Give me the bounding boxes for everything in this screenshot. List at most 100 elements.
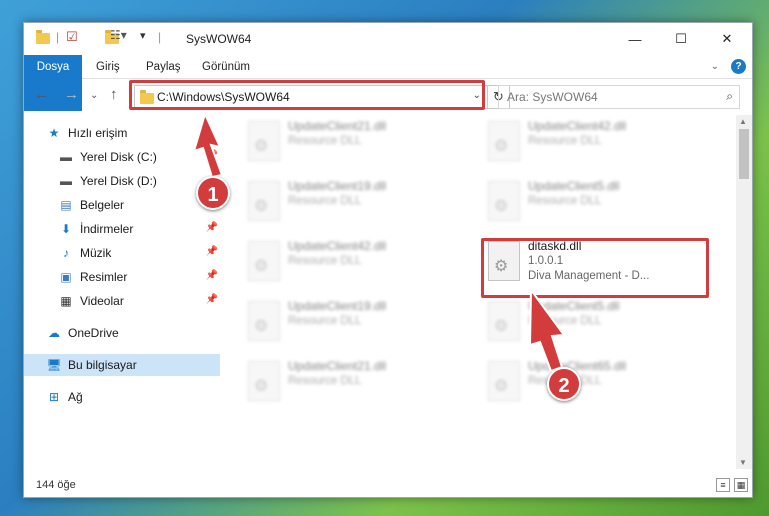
pin-icon: 📌 <box>205 294 218 305</box>
file-item[interactable]: UpdateClient42.dll Resource DLL <box>480 115 710 171</box>
tab-home[interactable]: Giriş <box>86 55 130 79</box>
sidebar-item-this-pc[interactable]: 🖥 Bu bilgisayar <box>24 354 220 376</box>
tiles-view-icon[interactable]: ▦ <box>734 478 748 492</box>
sidebar-item-pictures[interactable]: ▣ Resimler 📌 <box>24 266 220 288</box>
sidebar-item-documents[interactable]: ▤ Belgeler 📌 <box>24 194 220 216</box>
ribbon: Dosya Giriş Paylaş Görünüm ⌄ ? <box>24 55 752 111</box>
sidebar-item-local-disk-d[interactable]: ▬ Yerel Disk (D:) 📌 <box>24 170 220 192</box>
file-item[interactable]: UpdateClient65.dll Resource DLL <box>480 355 710 411</box>
file-description: Resource DLL <box>528 315 602 327</box>
computer-icon: 🖥 <box>46 358 62 372</box>
pictures-icon: ▣ <box>60 270 72 284</box>
view-options-icon[interactable]: ☷▾ <box>110 28 127 44</box>
sidebar-item-network[interactable]: ⊞ Ağ <box>24 386 220 408</box>
window-title: SysWOW64 <box>186 32 252 46</box>
pin-icon: 📌 <box>205 150 218 161</box>
folder-icon <box>36 30 50 44</box>
separator: | <box>56 30 60 44</box>
tab-share[interactable]: Paylaş <box>136 55 191 79</box>
network-icon: ⊞ <box>48 390 60 404</box>
vertical-scrollbar[interactable]: ▲ ▼ <box>736 115 752 469</box>
search-icon: ⌕ <box>726 89 733 103</box>
properties-icon[interactable]: ☑ <box>66 29 78 45</box>
sidebar-item-onedrive[interactable]: ☁ OneDrive <box>24 322 220 344</box>
sidebar-item-quick-access[interactable]: ★ Hızlı erişim <box>24 122 220 144</box>
download-icon: ⬇ <box>60 222 72 236</box>
sidebar-item-label: Videolar <box>80 294 124 308</box>
help-icon[interactable]: ? <box>731 59 746 74</box>
sidebar-item-label: Yerel Disk (D:) <box>80 174 157 188</box>
details-view-icon[interactable]: ≡ <box>716 478 730 492</box>
file-description: Resource DLL <box>288 315 362 327</box>
sidebar-item-downloads[interactable]: ⬇ İndirmeler 📌 <box>24 218 220 240</box>
file-name: UpdateClient65.dll <box>528 359 627 373</box>
scroll-thumb[interactable] <box>739 129 749 179</box>
dll-file-icon <box>248 301 280 341</box>
status-bar: 144 öğe ≡ ▦ <box>24 475 752 497</box>
file-item[interactable]: UpdateClient5.dll Resource DLL <box>480 175 710 231</box>
file-description: Resource DLL <box>288 135 362 147</box>
file-name: UpdateClient42.dll <box>288 239 387 253</box>
pin-icon: 📌 <box>205 222 218 233</box>
dll-file-icon <box>248 121 280 161</box>
search-placeholder: Ara: SysWOW64 <box>507 90 598 104</box>
maximize-button[interactable]: ☐ <box>658 23 704 55</box>
sidebar-item-label: Hızlı erişim <box>68 126 128 140</box>
callout-1: 1 <box>196 176 230 210</box>
sidebar-item-label: İndirmeler <box>80 222 134 236</box>
sidebar-item-label: Belgeler <box>80 198 125 212</box>
file-name: UpdateClient21.dll <box>288 119 387 133</box>
tab-view[interactable]: Görünüm <box>192 55 260 79</box>
sidebar-item-label: Ağ <box>68 390 83 404</box>
sidebar-item-label: OneDrive <box>68 326 119 340</box>
navigation-pane: ★ Hızlı erişim ▬ Yerel Disk (C:) 📌 ▬ Yer… <box>24 115 220 469</box>
sidebar-item-label: Yerel Disk (C:) <box>80 150 157 164</box>
file-name: UpdateClient19.dll <box>288 299 387 313</box>
sidebar-item-videos[interactable]: ▦ Videolar 📌 <box>24 290 220 312</box>
dll-file-icon <box>248 361 280 401</box>
file-item[interactable]: UpdateClient21.dll Resource DLL <box>240 115 470 171</box>
cloud-icon: ☁ <box>48 326 60 340</box>
video-icon: ▦ <box>60 294 72 308</box>
file-highlight-box <box>481 238 709 298</box>
recent-locations-icon[interactable]: ⌄ <box>90 90 98 101</box>
file-name: UpdateClient42.dll <box>528 119 627 133</box>
sidebar-item-music[interactable]: ♪ Müzik 📌 <box>24 242 220 264</box>
file-item[interactable]: UpdateClient19.dll Resource DLL <box>240 175 470 231</box>
up-button[interactable]: ↑ <box>110 86 118 103</box>
dll-file-icon <box>488 181 520 221</box>
customize-toolbar-icon[interactable]: ▾ <box>140 29 146 45</box>
drive-icon: ▬ <box>60 150 72 164</box>
back-button[interactable]: ← <box>34 86 49 103</box>
chevron-down-icon[interactable]: ⌄ <box>711 61 719 72</box>
star-icon: ★ <box>48 126 60 140</box>
file-description: Resource DLL <box>288 195 362 207</box>
file-item[interactable]: UpdateClient5.dll Resource DLL <box>480 295 710 351</box>
forward-button[interactable]: → <box>64 86 79 103</box>
file-description: Resource DLL <box>528 195 602 207</box>
file-item[interactable]: UpdateClient21.dll Resource DLL <box>240 355 470 411</box>
dll-file-icon <box>248 181 280 221</box>
file-item[interactable]: UpdateClient19.dll Resource DLL <box>240 295 470 351</box>
address-highlight-box <box>129 80 485 110</box>
file-description: Resource DLL <box>288 375 362 387</box>
item-count: 144 öğe <box>36 479 76 491</box>
drive-icon: ▬ <box>60 174 72 188</box>
sidebar-item-label: Müzik <box>80 246 112 260</box>
file-name: UpdateClient5.dll <box>528 299 620 313</box>
dll-file-icon <box>248 241 280 281</box>
scroll-down-icon[interactable]: ▼ <box>739 458 747 467</box>
dll-file-icon <box>488 301 520 341</box>
file-description: Resource DLL <box>528 135 602 147</box>
scroll-up-icon[interactable]: ▲ <box>739 117 747 126</box>
search-input[interactable]: Ara: SysWOW64 ⌕ <box>498 85 740 109</box>
file-name: UpdateClient19.dll <box>288 179 387 193</box>
sidebar-item-local-disk-c[interactable]: ▬ Yerel Disk (C:) 📌 <box>24 146 220 168</box>
callout-2: 2 <box>547 367 581 401</box>
separator: | <box>158 30 162 44</box>
documents-icon: ▤ <box>60 198 72 212</box>
title-bar: | ☑ ☷▾ ▾ | SysWOW64 — ☐ ✕ <box>24 23 752 55</box>
file-item[interactable]: UpdateClient42.dll Resource DLL <box>240 235 470 291</box>
close-button[interactable]: ✕ <box>704 23 750 55</box>
minimize-button[interactable]: — <box>612 23 658 55</box>
